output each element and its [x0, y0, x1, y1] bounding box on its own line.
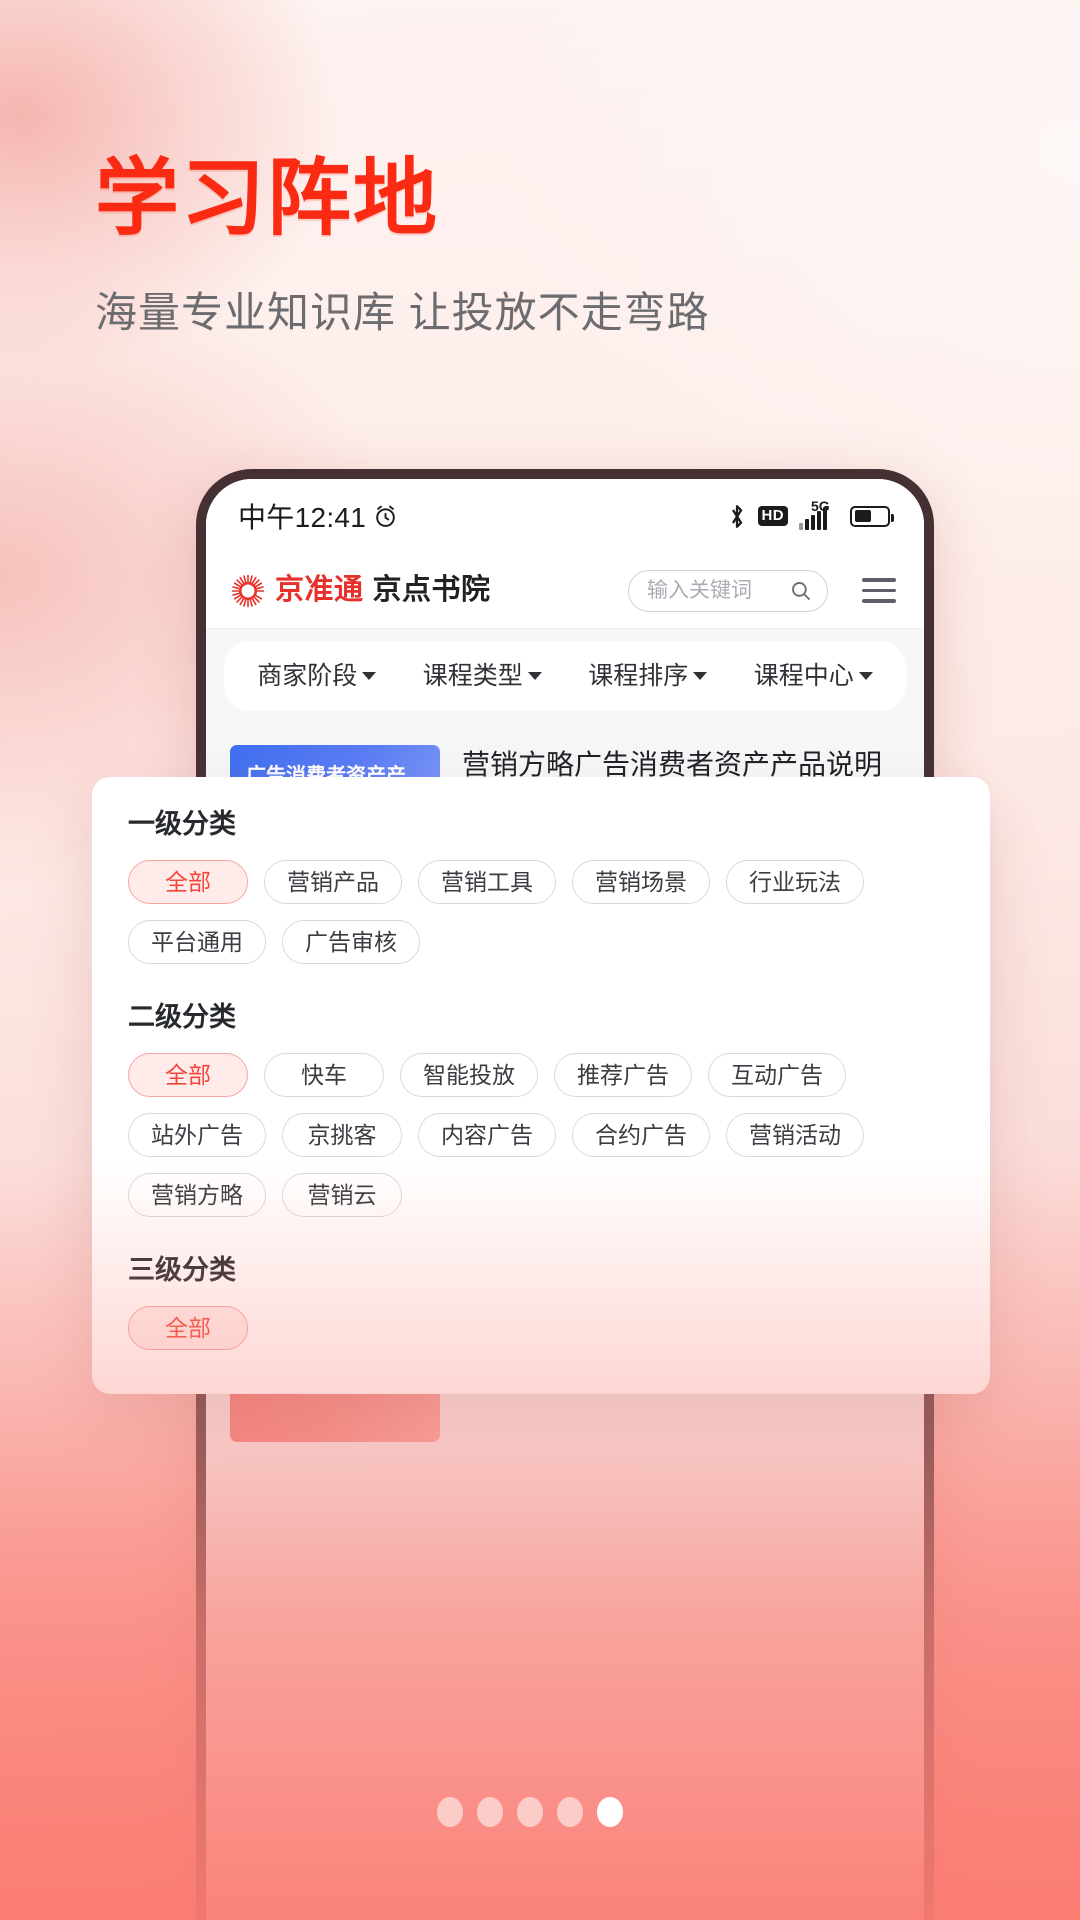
- filter-tab-merchant-stage[interactable]: 商家阶段: [257, 661, 377, 690]
- brand-name: 京准通: [275, 574, 364, 606]
- signal-bars-icon: 5G: [799, 499, 839, 530]
- filter-tab-label: 课程排序: [588, 661, 689, 690]
- category-chip[interactable]: 京挑客: [282, 1113, 402, 1157]
- pagination-dots[interactable]: [437, 1797, 623, 1827]
- search-placeholder: 输入关键词: [647, 579, 752, 602]
- status-time: 中午12:41: [238, 502, 367, 533]
- chevron-down-icon: [527, 672, 542, 680]
- category-chip[interactable]: 互动广告: [708, 1053, 846, 1097]
- status-bar-right: HD 5G: [727, 499, 894, 530]
- bluetooth-icon: [727, 503, 747, 530]
- filter-tab-label: 商家阶段: [257, 661, 358, 690]
- chevron-down-icon: [362, 672, 377, 680]
- page-title: 学习阵地: [95, 151, 440, 245]
- category-chip[interactable]: 站外广告: [128, 1113, 266, 1157]
- pagination-dot[interactable]: [477, 1797, 503, 1827]
- category-chip-list: 全部 营销产品 营销工具 营销场景 行业玩法 平台通用 广告审核: [128, 860, 954, 964]
- filter-tab-course-type[interactable]: 课程类型: [422, 661, 542, 690]
- filter-bar: 商家阶段 课程类型 课程排序 课程中心: [224, 641, 906, 711]
- category-group-title: 二级分类: [128, 1002, 236, 1032]
- sunburst-logo-icon: [230, 573, 266, 609]
- pagination-dot-active[interactable]: [597, 1797, 623, 1827]
- app-header: 京准通 京点书院 输入关键词: [206, 553, 924, 629]
- search-input[interactable]: 输入关键词: [628, 569, 828, 612]
- category-chip[interactable]: 营销产品: [264, 860, 402, 904]
- status-bar: 中午12:41 HD 5G: [206, 479, 924, 553]
- signal-bar-group: [799, 507, 827, 530]
- pagination-dot[interactable]: [517, 1797, 543, 1827]
- category-chip[interactable]: 营销工具: [418, 860, 556, 904]
- hero-text-block: 学习阵地 海量专业知识库 让投放不走弯路: [95, 156, 710, 334]
- category-chip[interactable]: 推荐广告: [554, 1053, 692, 1097]
- alarm-clock-icon: [372, 503, 399, 530]
- category-chip[interactable]: 行业玩法: [726, 860, 864, 904]
- pagination-dot[interactable]: [557, 1797, 583, 1827]
- hamburger-menu-icon[interactable]: [860, 572, 898, 608]
- search-icon[interactable]: [789, 579, 813, 603]
- page-subtitle: 海量专业知识库 让投放不走弯路: [95, 289, 710, 336]
- category-chip[interactable]: 合约广告: [572, 1113, 710, 1157]
- brand-sub-name: 京点书院: [372, 574, 491, 606]
- filter-bar-wrap: 商家阶段 课程类型 课程排序 课程中心: [206, 629, 924, 711]
- chevron-down-icon: [693, 672, 708, 680]
- chevron-down-icon: [858, 672, 873, 680]
- filter-tab-label: 课程中心: [753, 661, 854, 690]
- filter-tab-course-sort[interactable]: 课程排序: [588, 661, 708, 690]
- category-group-title: 一级分类: [128, 809, 236, 839]
- pagination-dot[interactable]: [437, 1797, 463, 1827]
- category-chip-all[interactable]: 全部: [128, 860, 248, 904]
- category-chip-all[interactable]: 全部: [128, 1053, 248, 1097]
- category-chip[interactable]: 营销场景: [572, 860, 710, 904]
- poster-stage: 学习阵地 海量专业知识库 让投放不走弯路 中午12:41 HD 5G 京准通 京…: [0, 0, 1080, 1920]
- category-chip[interactable]: 快车: [264, 1053, 384, 1097]
- category-chip[interactable]: 智能投放: [400, 1053, 538, 1097]
- category-chip[interactable]: 平台通用: [128, 920, 266, 964]
- category-chip[interactable]: 内容广告: [418, 1113, 556, 1157]
- battery-icon: [850, 505, 894, 527]
- filter-tab-course-center[interactable]: 课程中心: [753, 661, 873, 690]
- category-chip[interactable]: 营销活动: [726, 1113, 864, 1157]
- category-group-level1: 一级分类 全部 营销产品 营销工具 营销场景 行业玩法 平台通用 广告审核: [128, 811, 954, 964]
- hd-badge: HD: [757, 506, 788, 526]
- category-chip[interactable]: 广告审核: [282, 920, 420, 964]
- status-bar-left: 中午12:41: [238, 496, 399, 536]
- filter-tab-label: 课程类型: [422, 661, 523, 690]
- brand-block: 京准通 京点书院: [230, 573, 491, 609]
